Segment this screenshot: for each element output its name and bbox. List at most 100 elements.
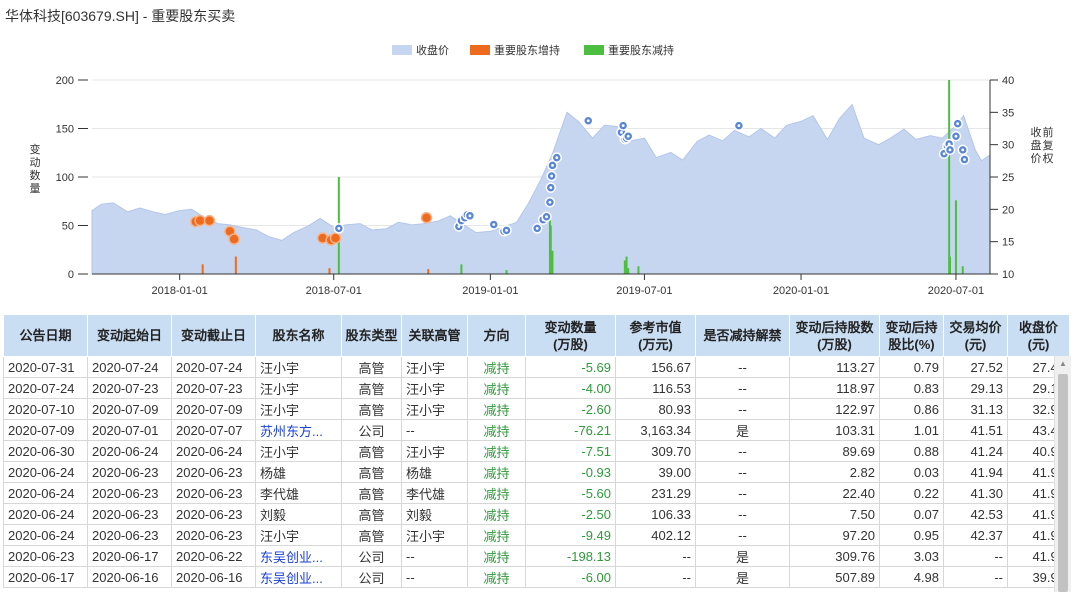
table-scrollbar[interactable]: ▲ bbox=[1054, 356, 1071, 592]
increase-bar bbox=[201, 264, 204, 274]
holder-name-cell[interactable]: 东吴创业... bbox=[255, 566, 342, 588]
table-cell: 高管 bbox=[341, 356, 402, 378]
decrease-marker-dot bbox=[492, 223, 496, 226]
y-left-axis-label-char: 变 bbox=[30, 142, 41, 156]
decrease-bar bbox=[549, 225, 552, 274]
decrease-bar bbox=[460, 264, 463, 274]
table-row[interactable]: 2020-06-24 2020-06-23 2020-06-23 刘毅 高管 刘毅 减持 -2… bbox=[3, 503, 1070, 525]
table-cell: 减持 bbox=[467, 356, 526, 378]
table-cell: -9.49 bbox=[525, 524, 616, 546]
table-row[interactable]: 2020-07-10 2020-07-09 2020-07-09 汪小宇 高管 汪小宇 减持… bbox=[3, 398, 1070, 420]
decrease-bar bbox=[948, 80, 951, 274]
y-right-tick-label: 15 bbox=[1002, 237, 1014, 249]
table-cell: 减持 bbox=[467, 545, 526, 567]
table-cell: 是 bbox=[695, 566, 790, 588]
column-header-label: 是否减持解禁 bbox=[703, 328, 782, 343]
table-row[interactable]: 2020-06-17 2020-06-16 2020-06-16 东吴创业... 公司 -… bbox=[3, 566, 1070, 588]
table-cell: 减持 bbox=[467, 461, 526, 483]
table-cell: 2020-06-24 bbox=[87, 440, 172, 462]
table-cell: 309.76 bbox=[789, 545, 880, 567]
decrease-marker-dot bbox=[948, 148, 952, 152]
column-header-label: 变动截止日 bbox=[180, 328, 246, 343]
decrease-bar bbox=[954, 200, 957, 274]
y-left-tick-label: 0 bbox=[68, 269, 74, 281]
table-cell: -- bbox=[695, 398, 790, 420]
holder-name-cell[interactable]: 东吴创业... bbox=[255, 545, 342, 567]
table-cell: 122.97 bbox=[789, 398, 880, 420]
legend-label: 收盘价 bbox=[416, 43, 449, 57]
table-row[interactable]: 2020-06-24 2020-06-23 2020-06-23 杨雄 高管 杨雄 减持 -0… bbox=[3, 461, 1070, 483]
table-cell: 减持 bbox=[467, 440, 526, 462]
table-cell: 高管 bbox=[341, 503, 402, 525]
column-header[interactable]: 交易均价 (元) bbox=[943, 314, 1008, 357]
table-cell: 2020-06-22 bbox=[171, 545, 256, 567]
table-cell: 41.24 bbox=[943, 440, 1008, 462]
table-row[interactable]: 2020-06-24 2020-06-23 2020-06-23 汪小宇 高管 汪小宇 减持… bbox=[3, 524, 1070, 546]
y-left-tick-label: 200 bbox=[56, 75, 74, 87]
table-cell: 公司 bbox=[341, 566, 402, 588]
table-cell: 118.97 bbox=[789, 377, 880, 399]
table-cell: 高管 bbox=[341, 461, 402, 483]
table-cell: 2020-06-23 bbox=[171, 461, 256, 483]
column-header[interactable]: 变动截止日 bbox=[171, 314, 256, 357]
decrease-marker-dot bbox=[550, 174, 554, 178]
column-header[interactable]: 变动后持股数 (万股) bbox=[789, 314, 880, 357]
scroll-up-arrow-icon[interactable]: ▲ bbox=[1055, 356, 1071, 372]
column-header[interactable]: 收盘价 (元) bbox=[1007, 314, 1070, 357]
y-left-tick-label: 50 bbox=[62, 221, 74, 233]
column-header[interactable]: 股东类型 bbox=[341, 314, 402, 357]
column-header[interactable]: 关联高管 bbox=[401, 314, 468, 357]
holder-name-cell: 汪小宇 bbox=[255, 398, 342, 420]
column-header-label: 公告日期 bbox=[19, 328, 72, 343]
table-cell: 2020-07-24 bbox=[3, 377, 88, 399]
decrease-bar bbox=[505, 270, 508, 274]
table-cell: -- bbox=[695, 503, 790, 525]
decrease-marker-dot bbox=[548, 200, 552, 204]
table-cell: 是 bbox=[695, 545, 790, 567]
table-cell: 2020-06-16 bbox=[171, 566, 256, 588]
column-header-label: 股比(%) bbox=[888, 336, 935, 352]
column-header[interactable]: 公告日期 bbox=[3, 314, 88, 357]
table-cell: 2020-06-17 bbox=[87, 545, 172, 567]
column-header[interactable]: 参考市值 (万元) bbox=[615, 314, 696, 357]
table-cell: 103.31 bbox=[789, 419, 880, 441]
holder-name-cell[interactable]: 苏州东方... bbox=[255, 419, 342, 441]
table-row[interactable]: 2020-07-31 2020-07-24 2020-07-24 汪小宇 高管 汪小宇 减持… bbox=[3, 356, 1070, 378]
column-header-label: (万股) bbox=[553, 336, 588, 352]
table-cell: 减持 bbox=[467, 398, 526, 420]
table-cell: 汪小宇 bbox=[401, 377, 468, 399]
table-cell: 2020-06-23 bbox=[87, 524, 172, 546]
y-right-axis-label-char: 收 bbox=[1031, 125, 1042, 139]
table-cell: 0.03 bbox=[879, 461, 944, 483]
scroll-thumb[interactable] bbox=[1058, 374, 1068, 592]
table-cell: 2020-06-23 bbox=[87, 461, 172, 483]
table-cell: 2020-06-23 bbox=[3, 545, 88, 567]
table-row[interactable]: 2020-06-30 2020-06-24 2020-06-24 汪小宇 高管 汪小宇 减持… bbox=[3, 440, 1070, 462]
column-header-label: 股东名称 bbox=[272, 328, 325, 343]
increase-bar bbox=[427, 269, 430, 274]
table-cell: 2020-06-24 bbox=[3, 524, 88, 546]
table-cell: -- bbox=[695, 356, 790, 378]
decrease-bar bbox=[961, 266, 964, 274]
table-cell: -- bbox=[695, 377, 790, 399]
column-header[interactable]: 股东名称 bbox=[255, 314, 342, 357]
column-header[interactable]: 变动数量 (万股) bbox=[525, 314, 616, 357]
table-cell: 2020-07-07 bbox=[171, 419, 256, 441]
column-header-label: 关联高管 bbox=[408, 328, 461, 343]
column-header[interactable]: 是否减持解禁 bbox=[695, 314, 790, 357]
table-row[interactable]: 2020-07-24 2020-07-23 2020-07-23 汪小宇 高管 汪小宇 减持… bbox=[3, 377, 1070, 399]
increase-marker bbox=[203, 214, 216, 227]
legend-swatch bbox=[584, 45, 604, 55]
table-row[interactable]: 2020-06-23 2020-06-17 2020-06-22 东吴创业... 公司 -… bbox=[3, 545, 1070, 567]
table-cell: 2020-06-23 bbox=[87, 503, 172, 525]
table-cell: -- bbox=[401, 566, 468, 588]
decrease-marker-dot bbox=[545, 215, 548, 219]
column-header[interactable]: 变动起始日 bbox=[87, 314, 172, 357]
table-cell: 0.22 bbox=[879, 482, 944, 504]
table-row[interactable]: 2020-06-24 2020-06-23 2020-06-23 李代雄 高管 李代雄 减持… bbox=[3, 482, 1070, 504]
column-header[interactable]: 变动后持 股比(%) bbox=[879, 314, 944, 357]
column-header[interactable]: 方向 bbox=[467, 314, 526, 357]
table-row[interactable]: 2020-07-09 2020-07-01 2020-07-07 苏州东方... 公司 -… bbox=[3, 419, 1070, 441]
holder-name-cell: 李代雄 bbox=[255, 482, 342, 504]
y-right-tick-label: 30 bbox=[1002, 140, 1014, 152]
